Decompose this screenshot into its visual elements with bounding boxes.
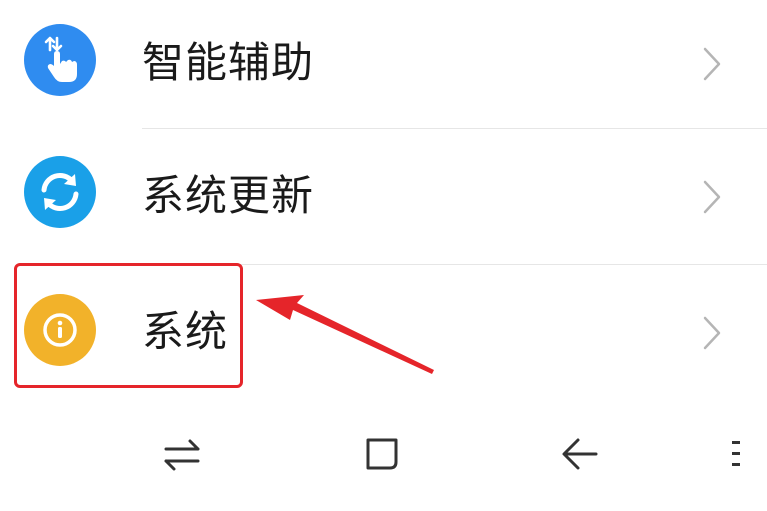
chevron-right-icon [703,47,721,81]
chevron-right-icon [703,180,721,214]
switch-icon[interactable] [160,432,204,476]
settings-item-smart-assist[interactable]: 智能辅助 [0,0,767,128]
back-arrow-icon[interactable] [558,432,602,476]
refresh-icon [24,156,96,228]
divider [142,128,767,129]
settings-item-label: 智能辅助 [142,38,315,87]
square-home-icon[interactable] [360,432,404,476]
hand-touch-icon [24,24,96,96]
highlight-box [14,263,243,388]
settings-item-system-update[interactable]: 系统更新 [0,132,767,260]
navigation-bar [0,402,767,511]
settings-item-label: 系统更新 [142,171,315,220]
menu-dots-icon[interactable] [726,432,746,476]
chevron-right-icon [703,316,721,350]
